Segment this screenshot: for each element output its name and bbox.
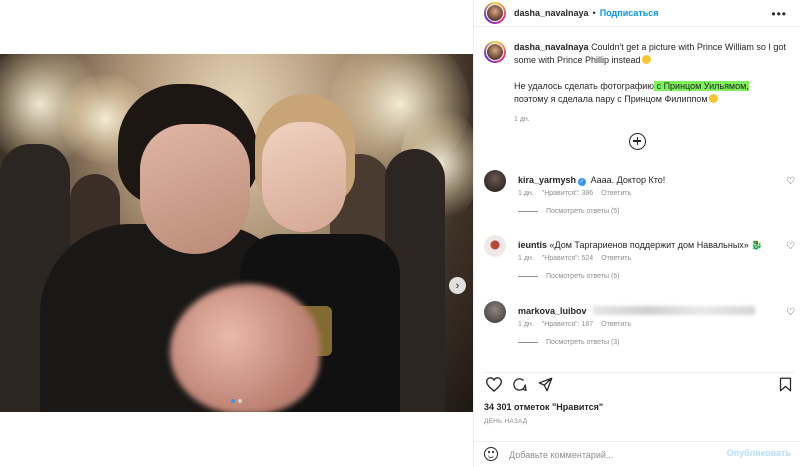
- commenter-avatar[interactable]: [484, 170, 506, 192]
- comment-likes[interactable]: "Нравится": 187: [542, 321, 593, 328]
- dragon-emoji-icon: 🐉: [751, 240, 763, 250]
- caption-username[interactable]: dasha_navalnaya: [514, 42, 589, 52]
- view-replies-button[interactable]: Посмотреть ответы (6): [518, 273, 620, 280]
- post-header: dasha_navalnaya • Подписаться •••: [474, 0, 800, 27]
- heart-icon[interactable]: [486, 377, 502, 392]
- view-replies-button[interactable]: Посмотреть ответы (5): [518, 208, 620, 215]
- carousel-dot: [238, 399, 242, 403]
- commenter-avatar[interactable]: [484, 301, 506, 323]
- reply-button[interactable]: Ответить: [601, 190, 631, 197]
- caption-avatar[interactable]: [484, 41, 506, 63]
- author-username[interactable]: dasha_navalnaya: [514, 8, 589, 18]
- post-photo[interactable]: ›: [0, 54, 473, 412]
- comment-time[interactable]: 1 дн.: [518, 190, 534, 197]
- more-horizontal-icon[interactable]: •••: [771, 7, 787, 21]
- photo-content: [0, 54, 473, 412]
- heart-icon[interactable]: ♡: [786, 307, 795, 318]
- plus-circle-icon[interactable]: [629, 133, 646, 150]
- post-action-bar: [484, 372, 794, 392]
- verified-badge-icon: ✓: [578, 178, 587, 186]
- comment-icon[interactable]: [512, 377, 527, 392]
- header-separator: •: [592, 8, 596, 18]
- caption-time[interactable]: 1 дн.: [514, 113, 794, 126]
- comment-time[interactable]: 1 дн.: [518, 321, 534, 328]
- share-icon[interactable]: [538, 377, 553, 392]
- chevron-right-icon: ›: [455, 279, 460, 292]
- add-comment-bar: Опубликовать: [474, 441, 800, 467]
- caption-highlight: с Принцом Уильямом,: [654, 81, 749, 91]
- caption-text-ru: Не удалось сделать фотографию: [514, 81, 655, 91]
- view-replies-label: Посмотреть ответы (5): [546, 208, 620, 215]
- smile-emoji-icon: [708, 94, 718, 103]
- post-caption: dasha_navalnaya Couldn't get a picture w…: [484, 41, 794, 126]
- carousel-next-button[interactable]: ›: [449, 277, 466, 294]
- comment-username[interactable]: ieuntis: [518, 240, 547, 250]
- emoji-icon[interactable]: [484, 447, 498, 461]
- bookmark-icon[interactable]: [779, 377, 792, 392]
- view-replies-label: Посмотреть ответы (3): [546, 339, 620, 346]
- heart-icon[interactable]: ♡: [786, 176, 795, 187]
- like-count[interactable]: 34 301 отметок "Нравится": [484, 402, 603, 412]
- author-avatar[interactable]: [484, 2, 506, 24]
- smile-emoji-icon: [641, 55, 651, 64]
- comment-username[interactable]: kira_yarmysh: [518, 175, 576, 185]
- post-comment-button[interactable]: Опубликовать: [727, 448, 791, 458]
- blurred-comment-text: [592, 306, 755, 315]
- caption-text-ru-cont: поэтому я сделала пару с Принцом Филиппо…: [514, 94, 708, 104]
- comment-time[interactable]: 1 дн.: [518, 255, 534, 262]
- comment-text: Аааа. Доктор Кто!: [590, 175, 666, 185]
- post-date[interactable]: ДЕНЬ НАЗАД: [484, 418, 527, 425]
- comment-likes[interactable]: "Нравится": 524: [542, 255, 593, 262]
- comment-likes[interactable]: "Нравится": 386: [542, 190, 593, 197]
- comment-text: «Дом Таргариенов поддержит дом Навальных…: [549, 240, 749, 250]
- comment-username[interactable]: markova_luibov: [518, 306, 587, 316]
- follow-button[interactable]: Подписаться: [600, 8, 659, 18]
- heart-icon[interactable]: ♡: [786, 241, 795, 252]
- reply-button[interactable]: Ответить: [601, 321, 631, 328]
- commenter-avatar[interactable]: [484, 235, 506, 257]
- reply-button[interactable]: Ответить: [601, 255, 631, 262]
- carousel-indicator: [0, 399, 473, 403]
- comment-input[interactable]: [509, 448, 719, 461]
- post-side-panel: dasha_navalnaya • Подписаться ••• dasha_…: [473, 0, 800, 467]
- view-replies-button[interactable]: Посмотреть ответы (3): [518, 339, 620, 346]
- carousel-dot-active: [231, 399, 235, 403]
- view-replies-label: Посмотреть ответы (6): [546, 273, 620, 280]
